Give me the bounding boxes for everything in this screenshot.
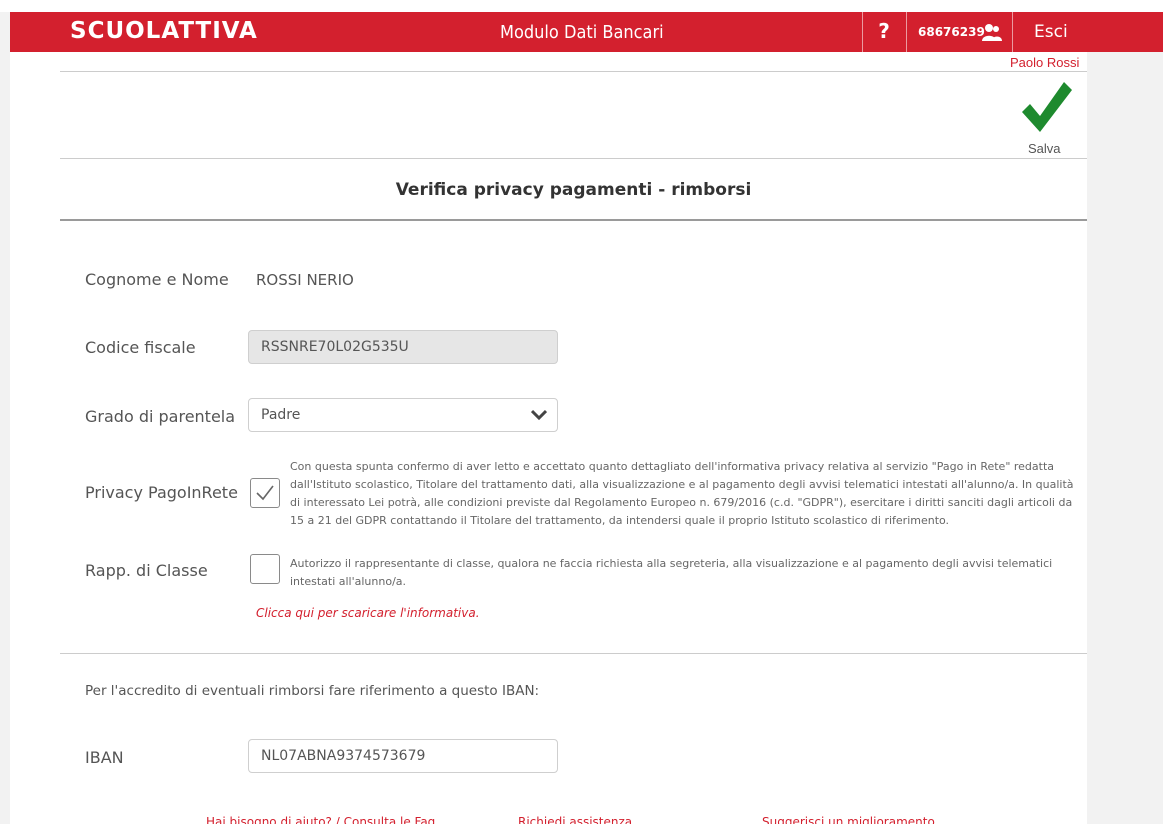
class-rep-text: Autorizzo il rappresentante di classe, q…	[290, 557, 1053, 588]
toolbar-separator	[862, 12, 863, 52]
app-logo[interactable]: SCUOLATTIVA	[70, 18, 258, 44]
user-code: 68676239	[918, 25, 985, 39]
chevron-down-icon	[531, 409, 547, 421]
relationship-value: Padre	[261, 407, 301, 423]
left-gutter	[0, 12, 10, 824]
relationship-label: Grado di parentela	[85, 407, 236, 426]
privacy-checkbox[interactable]	[250, 478, 280, 508]
relationship-select[interactable]: Padre	[248, 398, 558, 432]
iban-input[interactable]: NL07ABNA9374573679	[248, 739, 558, 773]
save-label: Salva	[1028, 141, 1061, 156]
divider	[60, 219, 1087, 221]
privacy-label: Privacy PagoInRete	[85, 483, 238, 502]
name-label: Cognome e Nome	[85, 270, 229, 289]
check-icon	[256, 485, 274, 501]
iban-intro: Per l'accredito di eventuali rimborsi fa…	[85, 683, 540, 699]
iban-label: IBAN	[85, 748, 124, 767]
help-faq-link[interactable]: Hai bisogno di aiuto? / Consulta le Faq	[206, 815, 435, 824]
assistance-link[interactable]: Richiedi assistenza	[518, 815, 632, 824]
help-button[interactable]: ?	[868, 12, 900, 52]
checkmark-icon	[1022, 82, 1072, 132]
toolbar-separator	[1012, 12, 1013, 52]
page-title: Modulo Dati Bancari	[500, 22, 664, 43]
class-rep-checkbox[interactable]	[250, 554, 280, 584]
tax-code-field: RSSNRE70L02G535U	[248, 330, 558, 364]
top-bar: SCUOLATTIVA Modulo Dati Bancari ? 686762…	[10, 12, 1087, 52]
name-value: ROSSI NERIO	[256, 271, 354, 289]
privacy-text: Con questa spunta confermo di aver letto…	[290, 460, 1074, 527]
logout-button[interactable]: Esci	[1034, 12, 1068, 52]
divider	[60, 653, 1087, 654]
tax-code-label: Codice fiscale	[85, 338, 196, 357]
divider	[60, 158, 1087, 159]
section-title: Verifica privacy pagamenti - rimborsi	[395, 180, 752, 200]
download-privacy-link[interactable]: Clicca qui per scaricare l'informativa.	[256, 606, 480, 620]
toolbar-separator	[906, 12, 907, 52]
suggestion-link[interactable]: Suggerisci un miglioramento	[762, 815, 935, 824]
right-gutter	[1087, 52, 1163, 824]
divider	[60, 71, 1087, 72]
class-rep-label: Rapp. di Classe	[85, 561, 208, 580]
users-icon[interactable]	[982, 23, 1002, 41]
user-name: Paolo Rossi	[1010, 55, 1080, 70]
top-bar-extension	[1087, 12, 1163, 52]
